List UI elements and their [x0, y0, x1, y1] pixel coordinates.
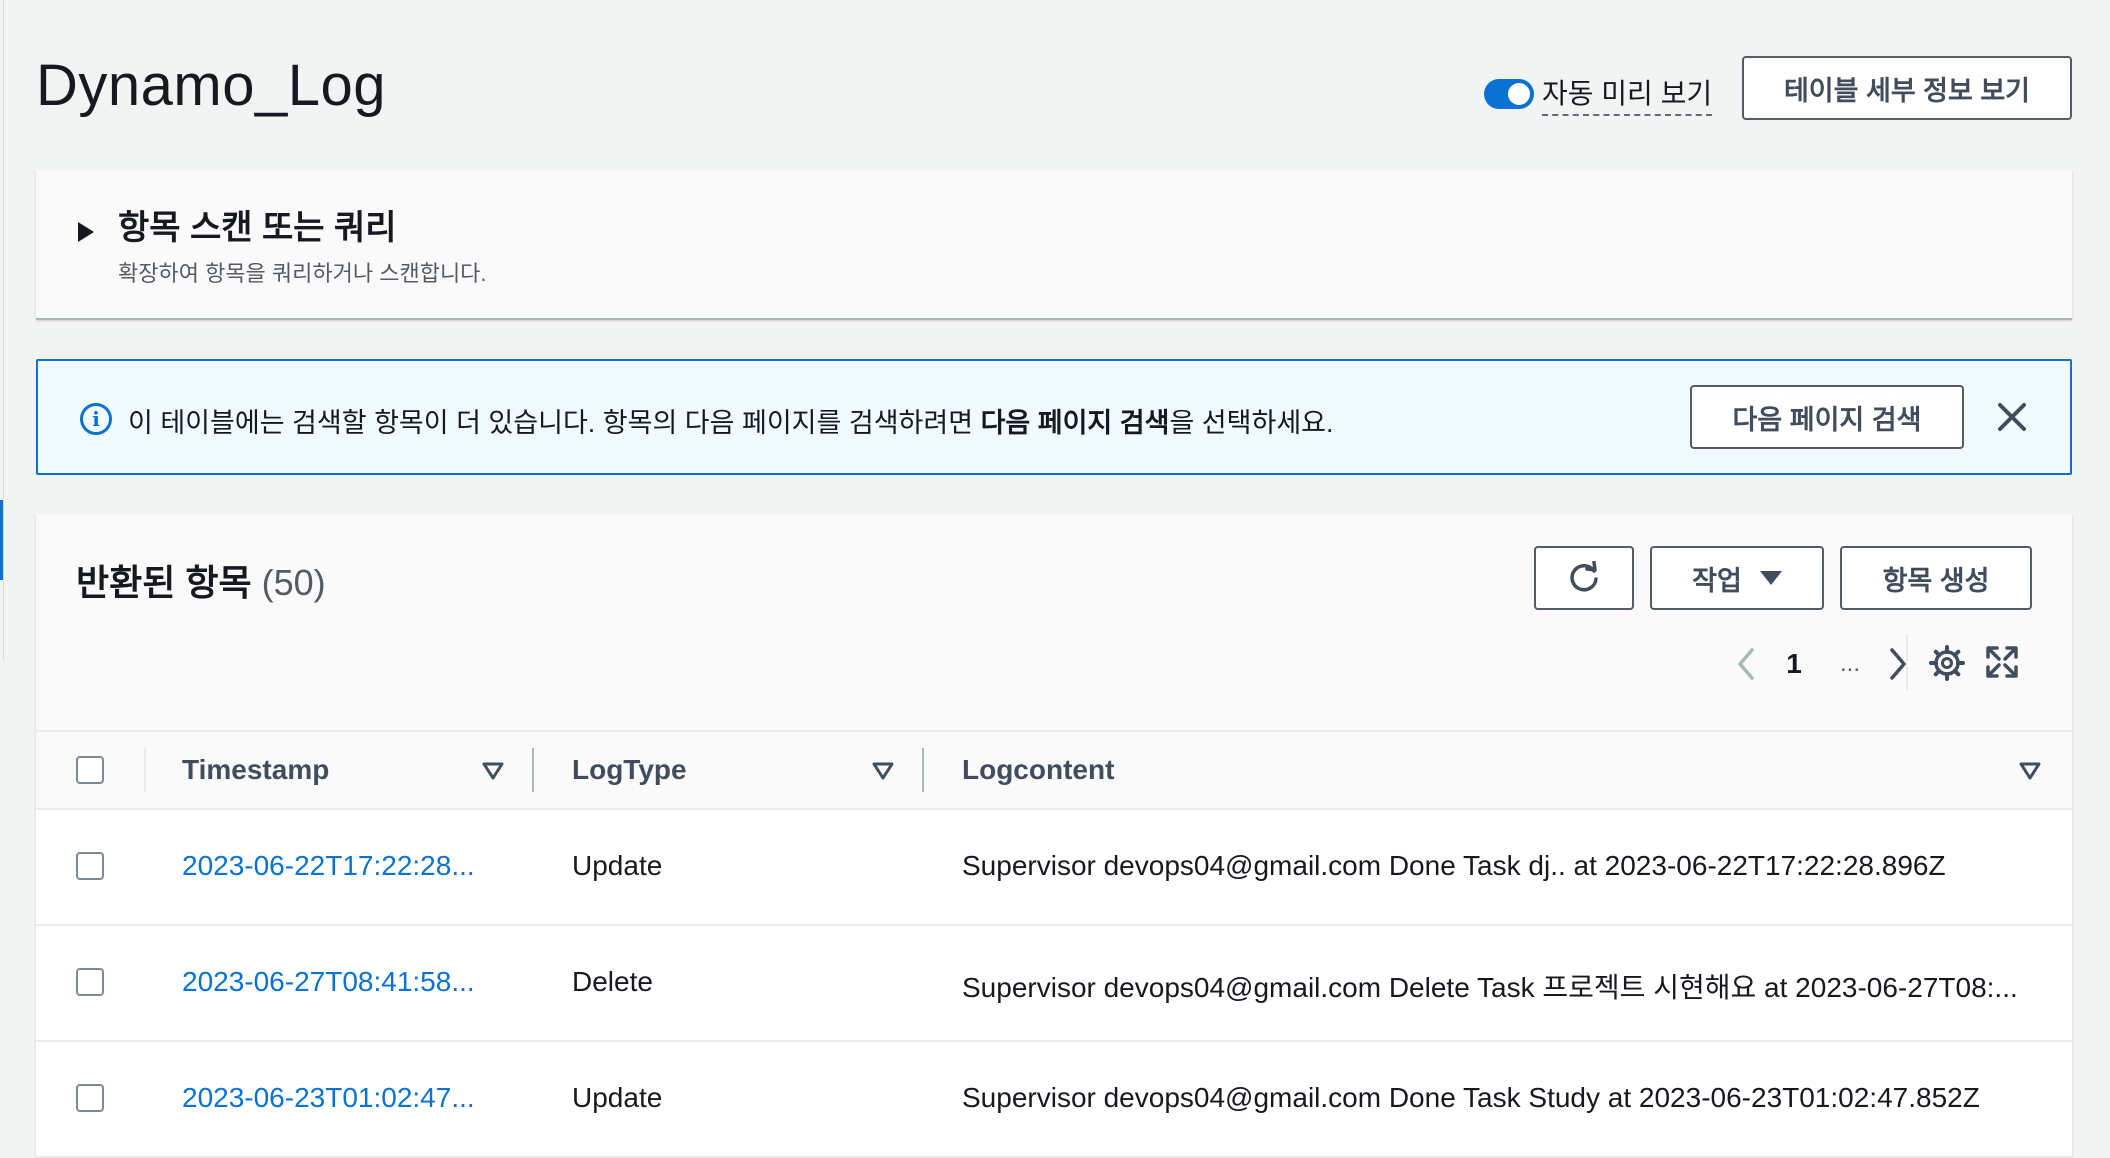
gear-icon[interactable] [1928, 644, 1966, 682]
retrieve-next-page-button[interactable]: 다음 페이지 검색 [1690, 385, 1964, 449]
scan-query-panel[interactable]: 항목 스캔 또는 쿼리 확장하여 항목을 쿼리하거나 스캔합니다. [36, 170, 2072, 320]
row-checkbox[interactable] [76, 1084, 104, 1112]
refresh-icon [1570, 561, 1598, 592]
view-table-details-button[interactable]: 테이블 세부 정보 보기 [1742, 56, 2072, 120]
refresh-button[interactable] [1534, 546, 1634, 610]
items-table: Timestamp LogType Logcontent 2023-06-22T… [36, 730, 2072, 1158]
info-banner-text: 이 테이블에는 검색할 항목이 더 있습니다. 항목의 다음 페이지를 검색하려… [128, 401, 1334, 440]
actions-label: 작업 [1692, 565, 1742, 596]
cell-logtype: Delete [572, 966, 653, 997]
info-text-after: 을 선택하세요. [1169, 408, 1334, 438]
left-rail-accent [0, 500, 3, 580]
toggle-knob [1508, 83, 1530, 105]
page: Dynamo_Log 자동 미리 보기 테이블 세부 정보 보기 항목 스캔 또… [36, 0, 2072, 1158]
page-header: Dynamo_Log 자동 미리 보기 테이블 세부 정보 보기 [36, 0, 2072, 170]
auto-preview-toggle[interactable]: 자동 미리 보기 [1484, 72, 1713, 116]
cell-logcontent: Supervisor devops04@gmail.com Done Task … [962, 850, 1946, 881]
returned-items-panel: 반환된 항목 (50) 작업 항목 생성 1 ... Timestamp Log… [36, 514, 2072, 1158]
page-ellipsis: ... [1839, 650, 1860, 677]
table-row[interactable]: 2023-06-22T17:22:28... Update Supervisor… [36, 810, 2072, 926]
items-title-text: 반환된 항목 [76, 562, 252, 603]
column-header-logcontent[interactable]: Logcontent [962, 754, 1114, 786]
pagination: 1 ... [1726, 644, 1918, 684]
cell-timestamp-link[interactable]: 2023-06-27T08:41:58... [182, 966, 510, 998]
column-resizer[interactable] [922, 748, 924, 792]
cell-logtype: Update [572, 850, 663, 881]
table-row[interactable]: 2023-06-27T08:41:58... Delete Supervisor… [36, 926, 2072, 1042]
info-text-bold: 다음 페이지 검색 [980, 408, 1170, 438]
cell-logcontent: Supervisor devops04@gmail.com Done Task … [962, 1082, 1980, 1113]
cell-logtype: Update [572, 1082, 663, 1113]
select-all-checkbox[interactable] [76, 756, 104, 784]
info-text-before: 이 테이블에는 검색할 항목이 더 있습니다. 항목의 다음 페이지를 검색하려… [128, 408, 981, 438]
previous-page-icon[interactable] [1726, 644, 1766, 684]
pagination-divider [1906, 634, 1908, 690]
scan-panel-description: 확장하여 항목을 쿼리하거나 스캔합니다. [118, 261, 487, 286]
sort-icon[interactable] [482, 762, 504, 780]
row-checkbox[interactable] [76, 968, 104, 996]
table-header: Timestamp LogType Logcontent [36, 730, 2072, 810]
column-resizer[interactable] [532, 748, 534, 792]
caret-down-icon [1759, 571, 1782, 585]
row-checkbox[interactable] [76, 852, 104, 880]
next-page-icon[interactable] [1878, 644, 1918, 684]
cell-timestamp-link[interactable]: 2023-06-23T01:02:47... [182, 1082, 510, 1114]
column-separator [144, 748, 146, 792]
close-icon[interactable] [1994, 399, 2030, 435]
auto-preview-label: 자동 미리 보기 [1542, 72, 1713, 116]
actions-dropdown-button[interactable]: 작업 [1650, 546, 1824, 610]
toggle-switch[interactable] [1484, 79, 1534, 109]
sort-icon[interactable] [2019, 762, 2041, 780]
fullscreen-icon[interactable] [1984, 644, 2020, 680]
page-title: Dynamo_Log [36, 53, 386, 118]
column-header-logtype[interactable]: LogType [572, 754, 687, 786]
items-count: (50) [261, 562, 326, 603]
info-banner: i 이 테이블에는 검색할 항목이 더 있습니다. 항목의 다음 페이지를 검색… [36, 359, 2072, 475]
sort-icon[interactable] [872, 762, 894, 780]
items-title: 반환된 항목 (50) [76, 554, 326, 606]
cell-timestamp-link[interactable]: 2023-06-22T17:22:28... [182, 850, 510, 882]
caret-right-icon[interactable] [78, 222, 94, 242]
cell-logcontent: Supervisor devops04@gmail.com Delete Tas… [962, 972, 2018, 1003]
create-item-button[interactable]: 항목 생성 [1840, 546, 2032, 610]
info-icon: i [80, 403, 112, 435]
column-header-timestamp[interactable]: Timestamp [182, 754, 329, 786]
page-number-current[interactable]: 1 [1766, 648, 1822, 680]
scan-panel-title[interactable]: 항목 스캔 또는 쿼리 [118, 200, 397, 249]
table-row[interactable]: 2023-06-23T01:02:47... Update Supervisor… [36, 1042, 2072, 1158]
